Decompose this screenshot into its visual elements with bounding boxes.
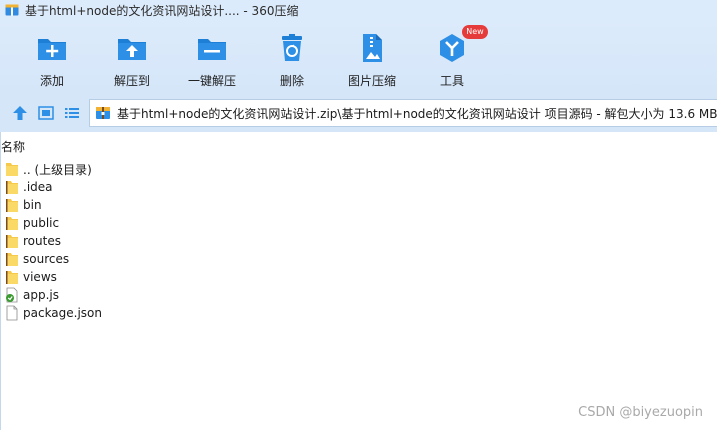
file-name: sources: [23, 252, 70, 266]
delete-label: 删除: [279, 74, 304, 88]
file-rows: .. (上级目录) .idea bin public routes source…: [1, 160, 717, 322]
file-name: views: [23, 270, 57, 284]
delete-icon: [282, 34, 302, 61]
folder-icon: [6, 235, 18, 248]
address-bar[interactable]: 基于html+node的文化资讯网站设计.zip\基于html+node的文化资…: [89, 99, 717, 127]
list-item-routes[interactable]: routes: [1, 232, 717, 250]
list-item-app-js[interactable]: app.js: [1, 286, 717, 304]
archive-icon: [5, 4, 19, 16]
one-click-extract-button[interactable]: 一键解压: [172, 30, 252, 90]
one-click-extract-label: 一键解压: [187, 74, 236, 88]
list-view-icon[interactable]: [62, 104, 82, 122]
folder-icon: [6, 217, 18, 230]
column-header-name[interactable]: 名称: [1, 136, 25, 158]
file-name: package.json: [23, 306, 103, 320]
image-compress-label: 图片压缩: [347, 74, 396, 88]
navigation-bar: 基于html+node的文化资讯网站设计.zip\基于html+node的文化资…: [0, 94, 717, 132]
title-bar: 基于html+node的文化资讯网站设计.... - 360压缩: [0, 0, 717, 20]
file-name: routes: [23, 234, 61, 248]
list-item-sources[interactable]: sources: [1, 250, 717, 268]
list-item-idea[interactable]: .idea: [1, 178, 717, 196]
zip-archive-icon: [96, 107, 110, 119]
add-button[interactable]: 添加: [12, 30, 92, 90]
toolbar: 添加 解压到 一键解压 删除 图片压缩 New 工具: [0, 20, 717, 94]
file-icon: [6, 305, 18, 321]
file-name: public: [23, 216, 60, 230]
window-title: 基于html+node的文化资讯网站设计.... - 360压缩: [25, 3, 299, 18]
list-item-package-json[interactable]: package.json: [1, 304, 717, 322]
list-item-views[interactable]: views: [1, 268, 717, 286]
list-item-parent-dir[interactable]: .. (上级目录): [1, 160, 717, 178]
new-badge: New: [462, 25, 488, 39]
file-name: .. (上级目录): [23, 162, 92, 177]
image-compress-button[interactable]: 图片压缩: [332, 30, 412, 90]
tools-label: 工具: [439, 74, 464, 88]
folder-icon: [6, 253, 18, 266]
extract-to-label: 解压到: [113, 74, 150, 88]
file-list: 名称 .. (上级目录) .idea bin public routes sou…: [0, 132, 717, 430]
folder-icon: [6, 181, 18, 194]
add-label: 添加: [39, 74, 64, 88]
delete-button[interactable]: 删除: [252, 30, 332, 90]
image-compress-icon: [363, 34, 382, 62]
file-name: .idea: [23, 180, 53, 194]
thumbnail-view-icon[interactable]: [36, 104, 56, 122]
address-path: 基于html+node的文化资讯网站设计.zip\基于html+node的文化资…: [117, 106, 717, 121]
list-item-public[interactable]: public: [1, 214, 717, 232]
extract-to-icon: [118, 39, 146, 60]
add-icon: [38, 39, 66, 60]
folder-icon: [6, 271, 18, 284]
folder-icon: [6, 199, 18, 212]
up-arrow-icon[interactable]: [10, 104, 30, 122]
app-window: 基于html+node的文化资讯网站设计.... - 360压缩 添加 解压到: [0, 0, 717, 430]
one-click-extract-icon: [198, 39, 226, 60]
folder-icon: [6, 163, 18, 176]
extract-to-button[interactable]: 解压到: [92, 30, 172, 90]
file-name: bin: [23, 198, 42, 212]
watermark: CSDN @biyezuopin: [578, 405, 703, 420]
list-item-bin[interactable]: bin: [1, 196, 717, 214]
file-name: app.js: [23, 288, 59, 302]
js-file-icon: [6, 287, 18, 303]
tools-button[interactable]: New 工具: [412, 25, 492, 90]
